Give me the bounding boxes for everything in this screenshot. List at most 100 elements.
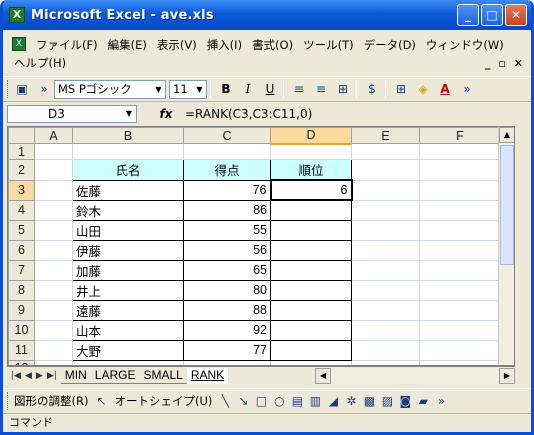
scroll-thumb[interactable] xyxy=(500,145,514,265)
worksheet-grid[interactable]: A B C D E F 1 2 氏名 得点 順位 3 佐藤 76 6 4 鈴木 86 5 山田 55 6 伊藤 56 7 加藤 65… xyxy=(7,126,515,366)
borders-icon[interactable]: ⊞ xyxy=(391,79,411,99)
toolbar-options-icon[interactable]: » xyxy=(457,79,477,99)
vertical-textbox-icon[interactable]: ▥ xyxy=(306,394,324,408)
cell-a5[interactable] xyxy=(34,219,73,241)
cell-e2[interactable] xyxy=(351,159,420,181)
cell-b10[interactable]: 山本 xyxy=(72,319,184,341)
wordart-icon[interactable]: ◢ xyxy=(324,394,342,408)
menu-insert[interactable]: 挿入(I) xyxy=(202,37,247,53)
menu-window[interactable]: ウィンドウ(W) xyxy=(421,37,509,53)
row-header-8[interactable]: 8 xyxy=(8,279,35,301)
cell-f9[interactable] xyxy=(419,299,501,321)
merge-center-icon[interactable]: ⊞ xyxy=(333,79,353,99)
cell-f10[interactable] xyxy=(419,319,501,341)
cell-d5[interactable] xyxy=(270,219,352,241)
cell-f6[interactable] xyxy=(419,239,501,261)
close-button[interactable]: ✕ xyxy=(505,4,527,26)
row-header-10[interactable]: 10 xyxy=(8,319,35,341)
cell-d11[interactable] xyxy=(270,339,352,361)
row-header-9[interactable]: 9 xyxy=(8,299,35,321)
cell-c9[interactable]: 88 xyxy=(183,299,271,321)
formula-input[interactable]: =RANK(C3,C3:C11,0) xyxy=(181,105,531,123)
menu-data[interactable]: データ(D) xyxy=(359,37,421,53)
cell-b9[interactable]: 遠藤 xyxy=(72,299,184,321)
cell-a3[interactable] xyxy=(34,179,73,201)
cell-c1[interactable] xyxy=(183,143,271,160)
cell-e10[interactable] xyxy=(351,319,420,341)
doc-minimize-icon[interactable]: _ xyxy=(485,57,491,70)
cell-f1[interactable] xyxy=(419,143,501,160)
cell-a1[interactable] xyxy=(34,143,73,160)
cell-f11[interactable] xyxy=(419,339,501,361)
row-header-2[interactable]: 2 xyxy=(8,159,35,181)
maximize-button[interactable]: □ xyxy=(481,4,503,26)
menu-help[interactable]: ヘルプ(H) xyxy=(9,56,71,70)
vertical-scrollbar[interactable]: ▲ xyxy=(498,127,514,365)
menu-view[interactable]: 表示(V) xyxy=(152,37,202,53)
cell-a7[interactable] xyxy=(34,259,73,281)
arrow-icon[interactable]: ↘ xyxy=(234,394,252,408)
diagram-icon[interactable]: ✲ xyxy=(342,394,360,408)
cell-c10[interactable]: 92 xyxy=(183,319,271,341)
cell-e8[interactable] xyxy=(351,279,420,301)
next-sheet-icon[interactable]: ▶ xyxy=(36,371,43,381)
cell-c4[interactable]: 86 xyxy=(183,199,271,221)
last-sheet-icon[interactable]: ▶| xyxy=(47,371,57,381)
name-box[interactable]: D3 ▼ xyxy=(7,105,137,123)
scroll-up-icon[interactable]: ▲ xyxy=(499,127,514,143)
menu-file[interactable]: ファイル(F) xyxy=(31,37,103,53)
cell-e11[interactable] xyxy=(351,339,420,361)
cell-a10[interactable] xyxy=(34,319,73,341)
tab-rank[interactable]: RANK xyxy=(186,367,229,384)
align-center-icon[interactable]: ≡ xyxy=(311,79,331,99)
picture-icon[interactable]: ▨ xyxy=(378,394,396,408)
tab-large[interactable]: LARGE xyxy=(90,368,140,384)
scroll-right-icon[interactable]: ▶ xyxy=(499,368,515,384)
insert-function-icon[interactable]: fx xyxy=(151,107,181,121)
row-header-7[interactable]: 7 xyxy=(8,259,35,281)
fill-color-icon[interactable]: ◈ xyxy=(413,79,433,99)
row-header-6[interactable]: 6 xyxy=(8,239,35,261)
align-left-icon[interactable]: ≡ xyxy=(289,79,309,99)
cell-d1[interactable] xyxy=(270,143,352,160)
cell-f8[interactable] xyxy=(419,279,501,301)
cell-d9[interactable] xyxy=(270,299,352,321)
cell-e6[interactable] xyxy=(351,239,420,261)
cell-e3[interactable] xyxy=(351,179,420,201)
horizontal-scrollbar[interactable]: ◀ ▶ xyxy=(315,368,515,384)
prev-sheet-icon[interactable]: ◀ xyxy=(25,371,32,381)
cell-e1[interactable] xyxy=(351,143,420,160)
cell-f7[interactable] xyxy=(419,259,501,281)
cell-b11[interactable]: 大野 xyxy=(72,339,184,361)
cell-e7[interactable] xyxy=(351,259,420,281)
cell-c11[interactable]: 77 xyxy=(183,339,271,361)
cell-table[interactable]: A B C D E F 1 2 氏名 得点 順位 3 佐藤 76 6 4 鈴木 86 5 山田 55 6 伊藤 56 7 加藤 65… xyxy=(8,127,501,365)
cell-a4[interactable] xyxy=(34,199,73,221)
column-header-a[interactable]: A xyxy=(34,127,73,144)
select-all-corner[interactable] xyxy=(8,127,35,144)
chevron-down-icon[interactable]: ▼ xyxy=(126,106,132,122)
select-objects-icon[interactable]: ↖ xyxy=(92,394,110,408)
cell-b6[interactable]: 伊藤 xyxy=(72,239,184,261)
cell-d10[interactable] xyxy=(270,319,352,341)
cell-a8[interactable] xyxy=(34,279,73,301)
cell-a11[interactable] xyxy=(34,339,73,361)
menu-format[interactable]: 書式(O) xyxy=(247,37,298,53)
minimize-button[interactable]: _ xyxy=(457,4,479,26)
textbox-icon[interactable]: ▤ xyxy=(288,394,306,408)
draw-menu-button[interactable]: 図形の調整(R) xyxy=(10,393,92,409)
cell-c7[interactable]: 65 xyxy=(183,259,271,281)
cell-f4[interactable] xyxy=(419,199,501,221)
cell-c3[interactable]: 76 xyxy=(183,179,271,201)
cell-b8[interactable]: 井上 xyxy=(72,279,184,301)
cell-a9[interactable] xyxy=(34,299,73,321)
column-header-d[interactable]: D xyxy=(270,127,352,145)
3d-icon[interactable]: ▰ xyxy=(414,394,432,408)
underline-button[interactable]: U xyxy=(260,79,280,99)
cell-e9[interactable] xyxy=(351,299,420,321)
cell-b2[interactable]: 氏名 xyxy=(72,159,184,181)
cell-f5[interactable] xyxy=(419,219,501,241)
cell-b3[interactable]: 佐藤 xyxy=(72,179,184,201)
cell-d6[interactable] xyxy=(270,239,352,261)
menu-edit[interactable]: 編集(E) xyxy=(103,37,152,53)
